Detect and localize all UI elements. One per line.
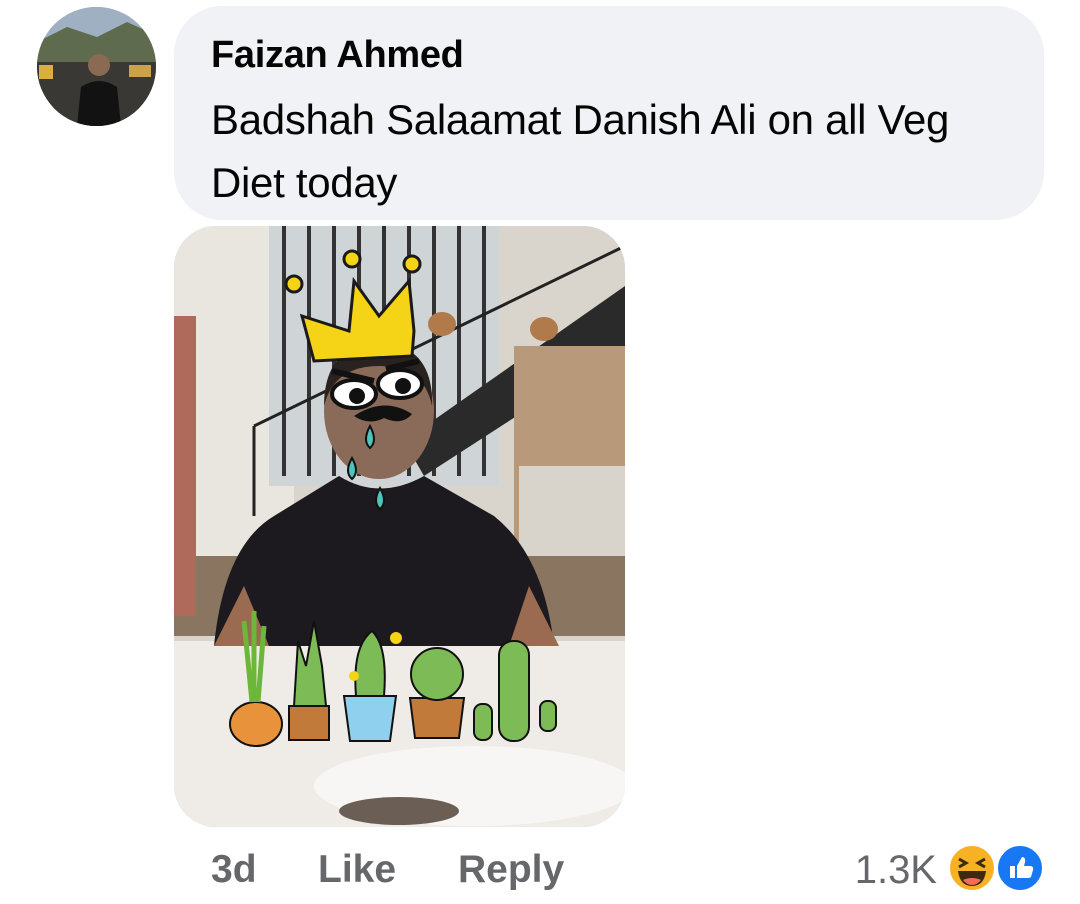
haha-icon [946, 842, 998, 894]
comment-author[interactable]: Faizan Ahmed [211, 34, 464, 77]
comment-image[interactable] [174, 226, 625, 827]
like-icon [994, 842, 1046, 894]
like-button[interactable]: Like [318, 848, 396, 892]
reply-button[interactable]: Reply [458, 848, 564, 892]
commenter-avatar[interactable] [37, 7, 156, 126]
comment-bubble: Faizan Ahmed Badshah Salaamat Danish Ali… [174, 6, 1044, 220]
comment-text: Badshah Salaamat Danish Ali on all Veg D… [211, 96, 950, 206]
reaction-count[interactable]: 1.3K [855, 848, 937, 893]
reaction-icons[interactable] [944, 842, 1048, 894]
comment-timestamp[interactable]: 3d [211, 848, 257, 892]
avatar-photo [37, 7, 156, 126]
